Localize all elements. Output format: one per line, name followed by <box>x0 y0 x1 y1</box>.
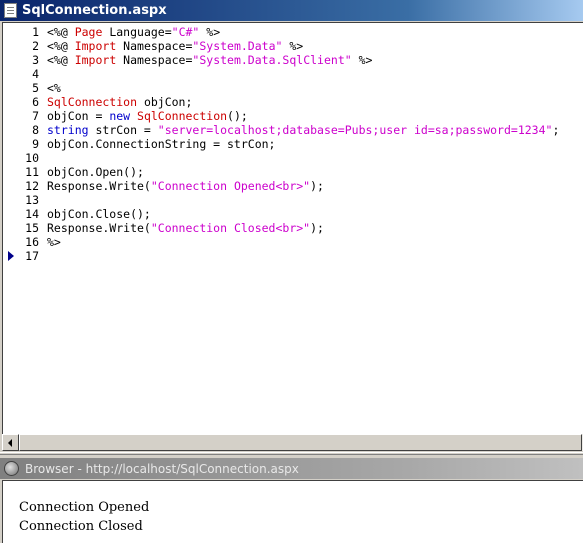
line-number: 12 <box>25 179 39 193</box>
line-code: string strCon = "server=localhost;databa… <box>47 123 559 137</box>
keyword-token: SqlConnection <box>47 95 138 109</box>
pane-splitter[interactable] <box>0 452 583 455</box>
line-number: 15 <box>25 221 39 235</box>
string-token: "Connection Closed<br>" <box>150 221 311 235</box>
line-code: %> <box>47 235 61 249</box>
line-number: 14 <box>25 207 39 221</box>
code-token: Response.Write( <box>47 221 151 235</box>
line-code: Response.Write("Connection Closed<br>"); <box>47 221 324 235</box>
line-code: <%@ Import Namespace="System.Data" %> <box>47 39 303 53</box>
code-token: ); <box>310 179 324 193</box>
keyword-token: Import <box>74 53 117 67</box>
code-token: %> <box>199 25 221 39</box>
code-token: objCon; <box>137 95 193 109</box>
code-token: ; <box>552 123 560 137</box>
line-number: 13 <box>25 193 39 207</box>
code-token: %> <box>47 235 61 249</box>
line-number: 2 <box>32 39 39 53</box>
line-number: 9 <box>32 137 39 151</box>
code-token: Language= <box>102 25 172 39</box>
string-token: "C#" <box>171 25 200 39</box>
code-token: objCon.ConnectionString = strCon; <box>47 137 276 151</box>
code-editor[interactable]: 1 <%@ Page Language="C#" %> 2 <%@ Import Na… <box>2 22 583 434</box>
line-code: objCon.ConnectionString = strCon; <box>47 137 275 151</box>
code-token: <%@ <box>47 53 75 67</box>
code-token: objCon = <box>47 109 110 123</box>
keyword-token: string <box>47 123 89 137</box>
line-number: 8 <box>32 123 39 137</box>
code-token: objCon.Close(); <box>47 207 151 221</box>
line-code: SqlConnection objCon; <box>47 95 192 109</box>
code-token: Namespace= <box>116 39 193 53</box>
code-token: <%@ <box>47 39 75 53</box>
editor-title: SqlConnection.aspx <box>22 3 167 18</box>
line-code: <%@ Page Language="C#" %> <box>47 25 220 39</box>
string-token: "System.Data.SqlClient" <box>192 53 352 67</box>
code-token: <%@ <box>47 25 75 39</box>
line-code: objCon.Close(); <box>47 207 151 221</box>
editor-window: SqlConnection.aspx 1 <%@ Page Language="C… <box>0 0 583 455</box>
line-number: 17 <box>25 249 39 263</box>
line-number: 16 <box>25 235 39 249</box>
scroll-thumb[interactable] <box>19 434 582 451</box>
line-code: Response.Write("Connection Opened<br>"); <box>47 179 324 193</box>
scroll-left-button[interactable] <box>2 434 19 451</box>
browser-window: Browser - http://localhost/SqlConnection… <box>0 457 583 543</box>
code-token: %> <box>351 53 373 67</box>
line-number: 10 <box>25 151 39 165</box>
editor-title-bar[interactable]: SqlConnection.aspx <box>0 0 583 21</box>
string-token: "System.Data" <box>192 39 283 53</box>
line-number: 4 <box>32 67 39 81</box>
line-number: 11 <box>25 165 39 179</box>
browser-title: Browser - http://localhost/SqlConnection… <box>25 462 299 476</box>
document-icon <box>4 3 17 18</box>
output-line-closed: Connection Closed <box>19 519 143 534</box>
globe-icon <box>4 461 19 476</box>
horizontal-scrollbar[interactable] <box>2 434 583 451</box>
browser-title-bar[interactable]: Browser - http://localhost/SqlConnection… <box>0 458 583 479</box>
line-number: 3 <box>32 53 39 67</box>
line-number: 6 <box>32 95 39 109</box>
keyword-token: Import <box>74 39 117 53</box>
browser-content: Connection Opened Connection Closed <box>2 480 583 543</box>
line-number: 5 <box>32 81 39 95</box>
code-token: strCon = <box>88 123 158 137</box>
keyword-token: new <box>109 109 131 123</box>
code-token: Response.Write( <box>47 179 151 193</box>
line-number: 7 <box>32 109 39 123</box>
code-token: <% <box>47 81 61 95</box>
line-number: 1 <box>32 25 39 39</box>
string-token: "Connection Opened<br>" <box>150 179 311 193</box>
output-line-opened: Connection Opened <box>19 500 150 515</box>
code-token: Namespace= <box>116 53 193 67</box>
code-token: %> <box>282 39 304 53</box>
code-token: objCon.Open(); <box>47 165 144 179</box>
string-token: "server=localhost;database=Pubs;user id=… <box>157 123 553 137</box>
keyword-token: SqlConnection <box>137 109 228 123</box>
code-token: (); <box>227 109 248 123</box>
line-code: <% <box>47 81 61 95</box>
line-code: objCon = new SqlConnection(); <box>47 109 248 123</box>
keyword-token: Page <box>74 25 103 39</box>
line-code: <%@ Import Namespace="System.Data.SqlCli… <box>47 53 372 67</box>
line-code: objCon.Open(); <box>47 165 144 179</box>
code-token: ); <box>310 221 324 235</box>
